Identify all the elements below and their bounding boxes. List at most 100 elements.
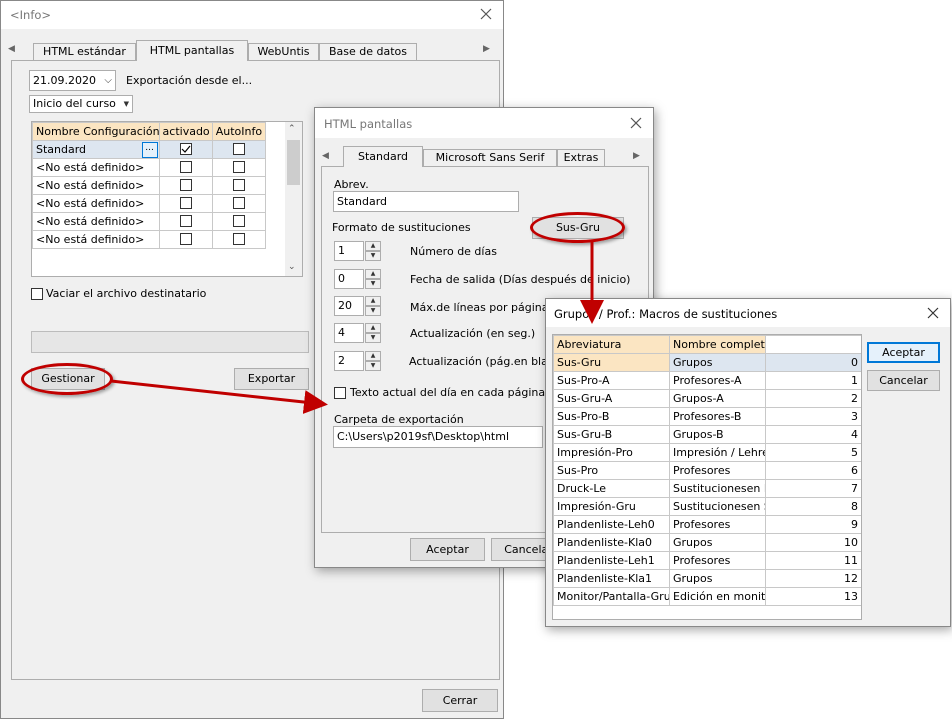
number-cell[interactable]: 13: [765, 587, 861, 606]
activado-checkbox[interactable]: [179, 215, 192, 227]
autoinfo-checkbox[interactable]: [232, 143, 245, 155]
number-cell[interactable]: 9: [765, 515, 861, 534]
activado-cell[interactable]: [158, 212, 213, 231]
spin-down-icon[interactable]: ▼: [365, 306, 381, 316]
table-row[interactable]: Sus-Gru Grupos 0: [553, 353, 861, 372]
subst-format-button[interactable]: Sus-Gru: [532, 217, 624, 239]
full-name-cell[interactable]: Profesores: [669, 515, 766, 534]
full-name-cell[interactable]: Profesores-B: [669, 407, 766, 426]
table-row[interactable]: Sus-Pro-A Profesores-A 1: [553, 371, 861, 390]
close-button[interactable]: Cerrar: [422, 689, 498, 712]
abbr-cell[interactable]: Impresión-Pro: [553, 443, 670, 462]
refresh-spinner[interactable]: 4 ▲ ▼: [334, 323, 384, 343]
table-row[interactable]: Plandenliste-Leh1 Profesores 11: [553, 551, 861, 570]
autoinfo-checkbox[interactable]: [232, 179, 245, 191]
full-name-cell[interactable]: Grupos: [669, 569, 766, 588]
table-row[interactable]: Plandenliste-Leh0 Profesores 9: [553, 515, 861, 534]
full-name-cell[interactable]: Grupos-A: [669, 389, 766, 408]
column-header[interactable]: [765, 335, 861, 354]
date-picker[interactable]: 21.09.2020 ⌵: [29, 70, 116, 91]
activado-cell[interactable]: [158, 230, 213, 249]
spinner-value[interactable]: 1: [334, 241, 364, 261]
autoinfo-checkbox[interactable]: [232, 161, 245, 173]
autoinfo-cell[interactable]: [211, 176, 267, 195]
html-accept-button[interactable]: Aceptar: [410, 538, 485, 561]
spin-down-icon[interactable]: ▼: [365, 361, 381, 371]
table-row[interactable]: Standard ...: [32, 140, 267, 159]
abbr-cell[interactable]: Plandenliste-Leh0: [553, 515, 670, 534]
number-cell[interactable]: 5: [765, 443, 861, 462]
spin-up-icon[interactable]: ▲: [365, 296, 381, 306]
table-row[interactable]: <No está definido>: [32, 194, 267, 213]
tab-base-de-datos[interactable]: Base de datos: [319, 43, 417, 60]
activado-cell[interactable]: [158, 158, 213, 177]
tab-webuntis[interactable]: WebUntis: [248, 43, 319, 60]
number-cell[interactable]: 4: [765, 425, 861, 444]
current-text-checkbox[interactable]: [334, 387, 346, 399]
table-row[interactable]: Plandenliste-Kla0 Grupos 10: [553, 533, 861, 552]
tab-html-pantallas[interactable]: HTML pantallas: [136, 40, 248, 61]
spin-up-icon[interactable]: ▲: [365, 323, 381, 333]
period-select[interactable]: Inicio del curso ▼: [29, 95, 133, 113]
number-cell[interactable]: 1: [765, 371, 861, 390]
column-header[interactable]: AutoInfo: [211, 122, 267, 141]
number-cell[interactable]: 8: [765, 497, 861, 516]
autoinfo-cell[interactable]: [211, 158, 267, 177]
autoinfo-cell[interactable]: [211, 140, 267, 159]
spin-down-icon[interactable]: ▼: [365, 279, 381, 289]
activado-checkbox[interactable]: [179, 179, 192, 191]
config-name[interactable]: <No está definido>: [32, 158, 160, 177]
full-name-cell[interactable]: Edición en monitor: [669, 587, 766, 606]
scroll-up-icon[interactable]: ⌃: [288, 124, 296, 134]
number-cell[interactable]: 2: [765, 389, 861, 408]
macros-cancel-button[interactable]: Cancelar: [867, 370, 940, 391]
spinner-value[interactable]: 2: [334, 351, 364, 371]
table-row[interactable]: Sus-Gru-B Grupos-B 4: [553, 425, 861, 444]
number-cell[interactable]: 3: [765, 407, 861, 426]
activado-checkbox[interactable]: [179, 161, 192, 173]
table-row[interactable]: <No está definido>: [32, 212, 267, 231]
table-row[interactable]: Plandenliste-Kla1 Grupos 12: [553, 569, 861, 588]
number-cell[interactable]: 7: [765, 479, 861, 498]
tab-scroll-left-icon[interactable]: ◀: [8, 44, 18, 56]
number-cell[interactable]: 0: [765, 353, 861, 372]
spinner-value[interactable]: 0: [334, 269, 364, 289]
autoinfo-cell[interactable]: [211, 230, 267, 249]
config-name[interactable]: <No está definido>: [32, 230, 160, 249]
abbr-cell[interactable]: Sus-Pro-B: [553, 407, 670, 426]
number-cell[interactable]: 12: [765, 569, 861, 588]
manage-button[interactable]: Gestionar: [31, 368, 105, 390]
table-row[interactable]: Monitor/Pantalla-GruEdición en monitor13: [553, 587, 861, 606]
abbr-cell[interactable]: Plandenliste-Kla1: [553, 569, 670, 588]
abbrev-input[interactable]: Standard: [333, 191, 519, 212]
close-icon[interactable]: [924, 304, 942, 322]
table-row[interactable]: Impresión-Gru Sustitucionesen S8: [553, 497, 861, 516]
abbr-cell[interactable]: Plandenliste-Leh1: [553, 551, 670, 570]
full-name-cell[interactable]: Grupos: [669, 353, 766, 372]
scroll-thumb[interactable]: [287, 140, 300, 185]
spin-down-icon[interactable]: ▼: [365, 251, 381, 261]
activado-checkbox[interactable]: [179, 233, 192, 245]
abbr-cell[interactable]: Sus-Pro-A: [553, 371, 670, 390]
column-header[interactable]: Abreviatura: [553, 335, 670, 354]
autoinfo-checkbox[interactable]: [232, 215, 245, 227]
tab-scroll-right-icon[interactable]: ▶: [483, 44, 493, 56]
full-name-cell[interactable]: Sustitucionesen Le: [669, 479, 766, 498]
days-spinner[interactable]: 1 ▲ ▼: [334, 241, 384, 261]
activado-cell[interactable]: [158, 194, 213, 213]
abbr-cell[interactable]: Monitor/Pantalla-Gru: [553, 587, 670, 606]
tab-standard[interactable]: Standard: [343, 146, 423, 167]
spinner-value[interactable]: 20: [334, 296, 364, 316]
table-row[interactable]: <No está definido>: [32, 158, 267, 177]
full-name-cell[interactable]: Grupos: [669, 533, 766, 552]
spin-up-icon[interactable]: ▲: [365, 241, 381, 251]
abbr-cell[interactable]: Sus-Gru: [553, 353, 670, 372]
full-name-cell[interactable]: Grupos-B: [669, 425, 766, 444]
number-cell[interactable]: 10: [765, 533, 861, 552]
autoinfo-checkbox[interactable]: [232, 197, 245, 209]
column-header[interactable]: activado: [158, 122, 213, 141]
tab-scroll-right-icon[interactable]: ▶: [633, 151, 643, 163]
abbr-cell[interactable]: Plandenliste-Kla0: [553, 533, 670, 552]
full-name-cell[interactable]: Profesores: [669, 461, 766, 480]
number-cell[interactable]: 11: [765, 551, 861, 570]
